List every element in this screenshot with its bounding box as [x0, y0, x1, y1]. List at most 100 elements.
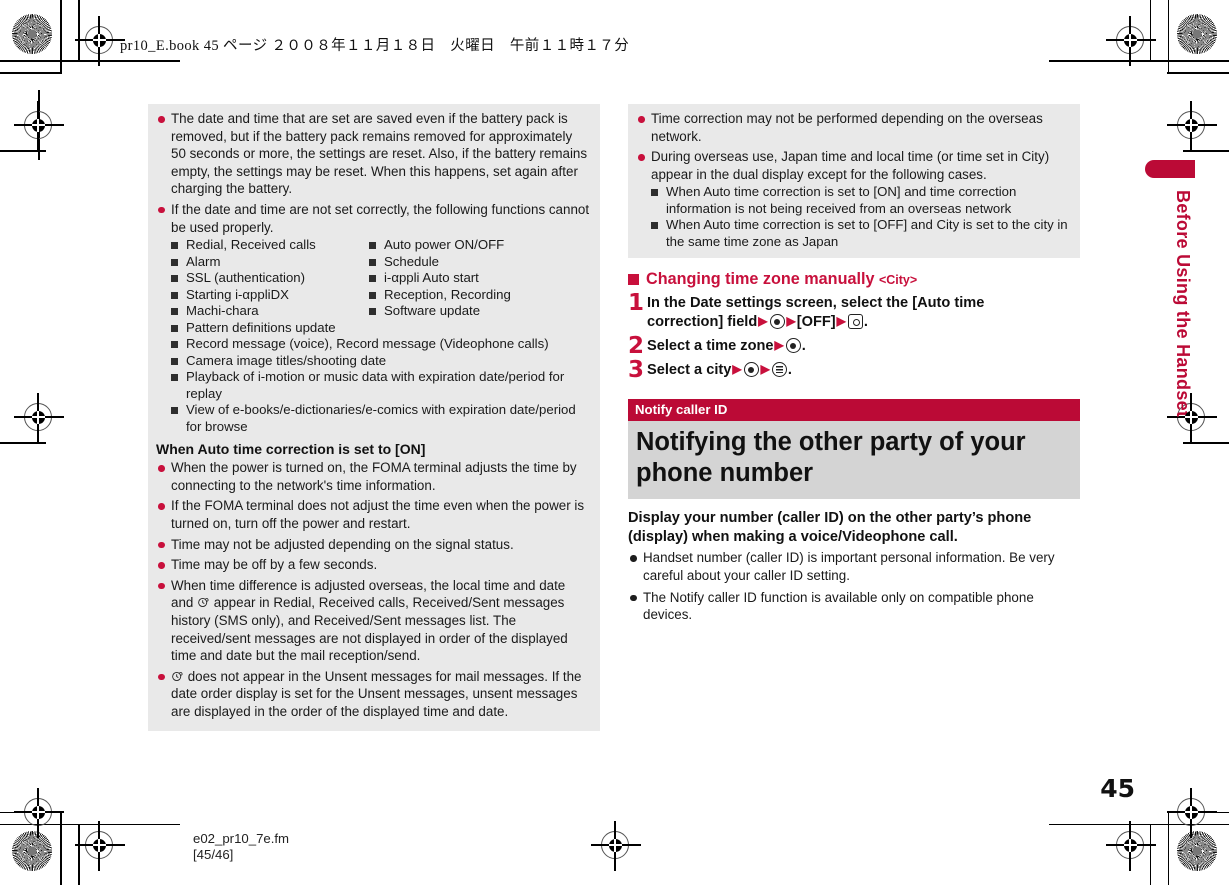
function-label: Alarm — [186, 253, 221, 269]
registration-mark-left-lower — [14, 393, 64, 443]
square-bullet-icon — [171, 258, 178, 266]
note-text: The date and time that are set are saved… — [171, 111, 588, 197]
square-bullet-icon — [171, 291, 178, 299]
list-item: Time correction may not be performed dep… — [636, 110, 1072, 145]
square-bullet-icon — [171, 275, 178, 283]
function-label: View of e-books/e-dictionaries/e-comics … — [186, 402, 576, 434]
crop-mark-top-right-v2 — [1149, 0, 1151, 60]
registration-mark-bottom-left — [75, 821, 125, 871]
center-key-icon — [785, 338, 801, 354]
square-bullet-icon — [651, 222, 658, 230]
step-body: Select a city▶ ▶. — [647, 362, 792, 379]
function-label: Schedule — [384, 253, 439, 269]
list-item: When Auto time correction is set to [OFF… — [650, 217, 1072, 250]
arrow-icon: ▶ — [732, 362, 742, 377]
list-item: SSL (authentication) — [170, 270, 368, 287]
square-bullet-icon — [171, 324, 178, 332]
bullet-dot-icon — [158, 503, 165, 510]
note-text: During overseas use, Japan time and loca… — [651, 149, 1050, 182]
section-lead: Display your number (caller ID) on the o… — [628, 510, 1032, 545]
step-1: 1 In the Date settings screen, select th… — [628, 290, 1080, 332]
section-tag: Notify caller ID — [628, 399, 1080, 422]
world-clock-icon — [197, 596, 210, 609]
list-item: During overseas use, Japan time and loca… — [636, 148, 1072, 183]
list-item: The Notify caller ID function is availab… — [628, 589, 1080, 624]
left-column-panel: The date and time that are set are saved… — [148, 104, 600, 732]
registration-mark-right-upper — [1167, 101, 1217, 151]
page-header-line: pr10_E.book 45 ページ ２００８年１１月１８日 火曜日 午前１１時… — [120, 38, 630, 54]
list-item: View of e-books/e-dictionaries/e-comics … — [170, 402, 590, 435]
footer-page-range: [45/46] — [193, 847, 234, 862]
crop-mark-bottom-right-v2 — [1149, 825, 1151, 885]
function-list-full-width: Pattern definitions update Record messag… — [170, 320, 590, 436]
bullet-dot-icon — [158, 673, 165, 681]
square-bullet-icon — [369, 275, 376, 283]
list-item: Record message (voice), Record message (… — [170, 336, 590, 353]
list-item: The date and time that are set are saved… — [156, 110, 590, 198]
step-text-line1: In the Date settings screen, select the … — [647, 295, 985, 312]
step-option-off: [OFF] — [796, 314, 836, 331]
auto-on-notes-list: When the power is turned on, the FOMA te… — [156, 459, 590, 720]
heading-changing-time-zone: Changing time zone manually <City> — [628, 270, 1080, 289]
step-text: Select a time zone — [647, 338, 774, 355]
crop-mark-top-right-h — [1049, 60, 1229, 62]
chapter-tab-label: Before Using the Handset — [1173, 190, 1193, 418]
center-key-icon — [743, 362, 759, 378]
step-number: 2 — [628, 333, 645, 360]
list-item: When Auto time correction is set to [ON]… — [650, 184, 1072, 217]
square-bullet-icon — [651, 189, 658, 197]
step-3: 3 Select a city▶ ▶. — [628, 357, 1080, 384]
bullet-dot-icon — [158, 465, 165, 472]
heading-main: Changing time zone manually — [646, 270, 879, 289]
world-clock-icon — [171, 670, 184, 683]
list-item: Auto power ON/OFF — [368, 237, 511, 254]
function-label: Playback of i-motion or music data with … — [186, 369, 565, 401]
heading-tag: <City> — [878, 273, 918, 288]
crop-mark-left-mid2-h — [0, 442, 46, 444]
square-bullet-icon — [171, 407, 178, 415]
crop-mark-top-left-v2 — [78, 0, 80, 60]
step-body: Select a time zone▶. — [647, 338, 806, 355]
crop-mark-top-right-h2 — [1167, 72, 1229, 74]
square-bullet-icon — [369, 242, 376, 250]
registration-mark-top-left — [75, 16, 125, 66]
bullet-dot-icon — [630, 555, 637, 562]
function-label: Record message (voice), Record message (… — [186, 336, 549, 352]
square-bullet-icon — [369, 308, 376, 316]
arrow-icon: ▶ — [786, 314, 796, 329]
list-item: Camera image titles/shooting date — [170, 353, 590, 370]
note-text: Time may not be adjusted depending on th… — [171, 536, 514, 552]
step-2: 2 Select a time zone▶. — [628, 333, 1080, 360]
section-title: Notifying the other party of your phone … — [628, 421, 1080, 500]
function-label: Redial, Received calls — [186, 237, 316, 253]
note-text: Handset number (caller ID) is important … — [643, 550, 1055, 583]
footer-info: e02_pr10_7e.fm [45/46] — [193, 831, 289, 863]
square-bullet-icon — [171, 308, 178, 316]
camera-key-icon — [847, 314, 863, 330]
function-label: Auto power ON/OFF — [384, 237, 505, 253]
center-key-icon — [769, 314, 785, 330]
list-item: i-αppli Auto start — [368, 270, 511, 287]
page-number: 45 — [1100, 774, 1135, 803]
function-list-column-1: Redial, Received calls Alarm SSL (authen… — [170, 237, 368, 320]
list-item: Software update — [368, 303, 511, 320]
right-sub-notes-list: When Auto time correction is set to [ON]… — [650, 184, 1072, 250]
list-item: Pattern definitions update — [170, 320, 590, 337]
square-bullet-icon — [171, 341, 178, 349]
crop-mark-top-left-h — [0, 60, 180, 62]
list-item: Schedule — [368, 254, 511, 271]
list-item: Machi-chara — [170, 303, 368, 320]
note-text: If the date and time are not set correct… — [171, 201, 590, 235]
right-notes-list: Time correction may not be performed dep… — [636, 110, 1072, 183]
step-text: Select a city — [647, 362, 732, 379]
density-target-icon-top-left — [12, 14, 52, 54]
crop-mark-top-right-v — [1167, 0, 1169, 72]
list-item: Alarm — [170, 254, 368, 271]
crop-mark-bottom-right-h — [1049, 823, 1229, 825]
step-number: 3 — [628, 357, 645, 384]
list-item: If the FOMA terminal does not adjust the… — [156, 497, 590, 532]
footer-filename: e02_pr10_7e.fm — [193, 831, 290, 846]
sub-note-text: When Auto time correction is set to [OFF… — [666, 217, 1068, 249]
list-item: If the date and time are not set correct… — [156, 201, 590, 236]
step-number: 1 — [628, 290, 645, 317]
